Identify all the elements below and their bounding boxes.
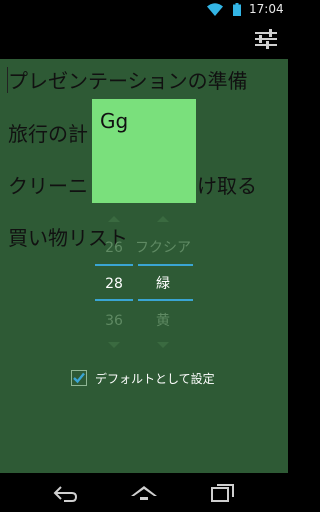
color-next[interactable]: 黄 [138, 312, 188, 330]
preview-sample-text: Gg [100, 109, 129, 133]
size-selected[interactable]: 28 [95, 275, 133, 293]
color-divider-bottom [138, 299, 193, 301]
list-item[interactable]: クリーニ [8, 166, 88, 206]
back-icon[interactable] [52, 483, 78, 503]
list-item[interactable]: け取る [197, 166, 257, 206]
color-increment-arrow[interactable] [157, 216, 169, 222]
color-decrement-arrow[interactable] [157, 342, 169, 348]
action-bar [0, 19, 288, 59]
status-bar: 17:04 [0, 0, 288, 19]
color-previous[interactable]: フクシア [133, 239, 193, 257]
size-divider-bottom [95, 299, 133, 301]
font-preview: Gg [92, 99, 196, 203]
battery-icon [233, 3, 241, 16]
list-item[interactable]: 旅行の計 [8, 114, 88, 154]
home-icon[interactable] [129, 483, 159, 503]
navigation-bar [0, 473, 288, 512]
size-next[interactable]: 36 [95, 312, 133, 330]
recents-icon[interactable] [210, 483, 236, 503]
default-checkbox[interactable] [71, 370, 87, 386]
status-time: 17:04 [249, 2, 284, 16]
app-screen: 17:04 プレゼンテーションの準備 旅行の計 クリーニ け取る 買い物リスト … [0, 0, 288, 512]
color-selected[interactable]: 緑 [138, 275, 188, 293]
checkmark-icon [73, 372, 85, 384]
color-divider-top [138, 264, 193, 266]
size-divider-top [95, 264, 133, 266]
settings-sliders-icon[interactable] [255, 29, 277, 49]
size-decrement-arrow[interactable] [108, 342, 120, 348]
size-previous[interactable]: 26 [95, 239, 133, 257]
size-increment-arrow[interactable] [108, 216, 120, 222]
default-checkbox-label[interactable]: デフォルトとして設定 [95, 370, 215, 388]
wifi-icon [207, 3, 223, 16]
list-item[interactable]: プレゼンテーションの準備 [8, 61, 248, 101]
